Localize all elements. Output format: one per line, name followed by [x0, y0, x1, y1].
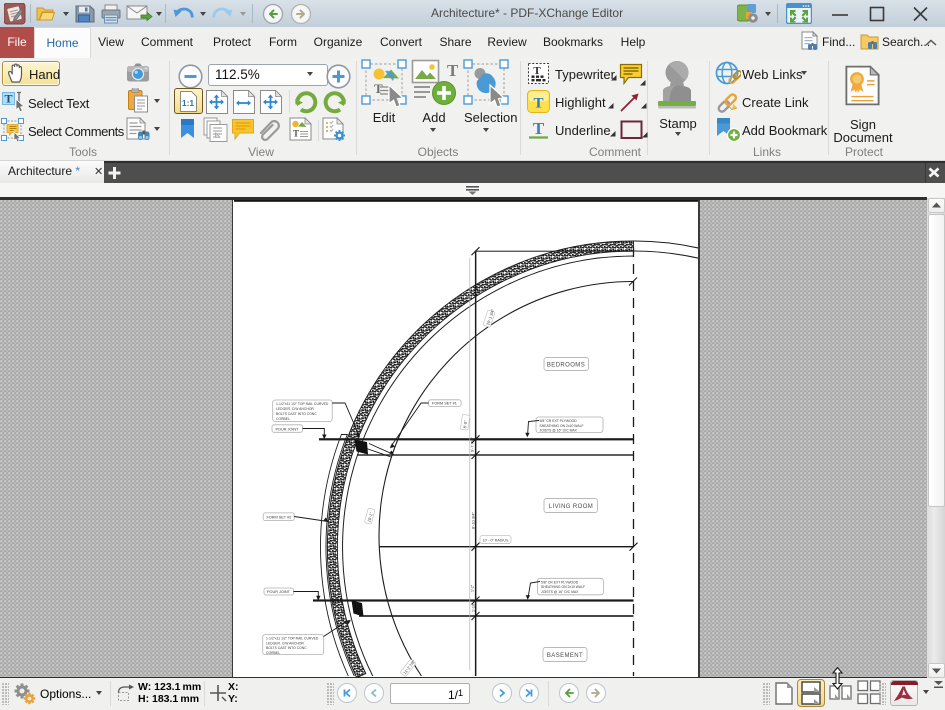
svg-text:10' - 0" RADIUS: 10' - 0" RADIUS — [482, 538, 508, 542]
svg-text:LEDGER, C/W ANCHOR: LEDGER, C/W ANCHOR — [276, 407, 314, 411]
svg-text:5/8" CR EXT PLYWOOD: 5/8" CR EXT PLYWOOD — [541, 580, 579, 584]
svg-text:JOISTS @ 16" O/C MAX: JOISTS @ 16" O/C MAX — [541, 589, 579, 593]
svg-text:CORBEL: CORBEL — [266, 651, 280, 655]
svg-text:T: T — [533, 65, 541, 77]
svg-text:1'-10": 1'-10" — [471, 602, 475, 612]
svg-text:CORBEL: CORBEL — [276, 417, 290, 421]
svg-text:BASEMENT: BASEMENT — [546, 653, 582, 659]
svg-text:5/8" CR EXT PLYWOOD: 5/8" CR EXT PLYWOOD — [539, 419, 577, 423]
svg-text:SHEATHING ON 2x10 WALF: SHEATHING ON 2x10 WALF — [539, 423, 583, 427]
svg-text:8'-10 3/4": 8'-10 3/4" — [470, 511, 475, 528]
svg-text:BEDROOMS: BEDROOMS — [546, 362, 584, 368]
svg-text:FORM SET #2: FORM SET #2 — [266, 515, 291, 519]
svg-text:LIVING ROOM: LIVING ROOM — [548, 504, 592, 510]
svg-text:T: T — [447, 61, 458, 80]
svg-text:1'-2": 1'-2" — [470, 584, 474, 592]
svg-text:POUR JOINT: POUR JOINT — [267, 590, 291, 594]
svg-text:T: T — [533, 96, 543, 112]
svg-text:9'-7 7/8": 9'-7 7/8" — [469, 436, 474, 451]
svg-text:1:1: 1:1 — [182, 98, 195, 108]
svg-text:T: T — [4, 92, 12, 106]
svg-text:BOLTS CAST INTO CONC: BOLTS CAST INTO CONC — [276, 412, 317, 416]
svg-text:1-1/2"x11 1/2" TOP RAIL CURVED: 1-1/2"x11 1/2" TOP RAIL CURVED — [266, 636, 319, 640]
svg-text:1-1/2"x11 1/2" TOP RAIL CURVED: 1-1/2"x11 1/2" TOP RAIL CURVED — [276, 402, 329, 406]
svg-text:JOISTS @ 16" O/C MAX: JOISTS @ 16" O/C MAX — [539, 428, 577, 432]
svg-text:T: T — [533, 119, 545, 138]
svg-text:T: T — [293, 129, 299, 139]
svg-text:FORM SET #1: FORM SET #1 — [432, 401, 457, 405]
svg-text:POUR JOINT: POUR JOINT — [275, 427, 299, 431]
svg-text:SHEATHING ON 2x10 WALF: SHEATHING ON 2x10 WALF — [541, 585, 585, 589]
svg-text:BOLTS CAST INTO CONC: BOLTS CAST INTO CONC — [266, 646, 307, 650]
svg-text:LEDGER, C/W ANCHOR: LEDGER, C/W ANCHOR — [266, 641, 304, 645]
